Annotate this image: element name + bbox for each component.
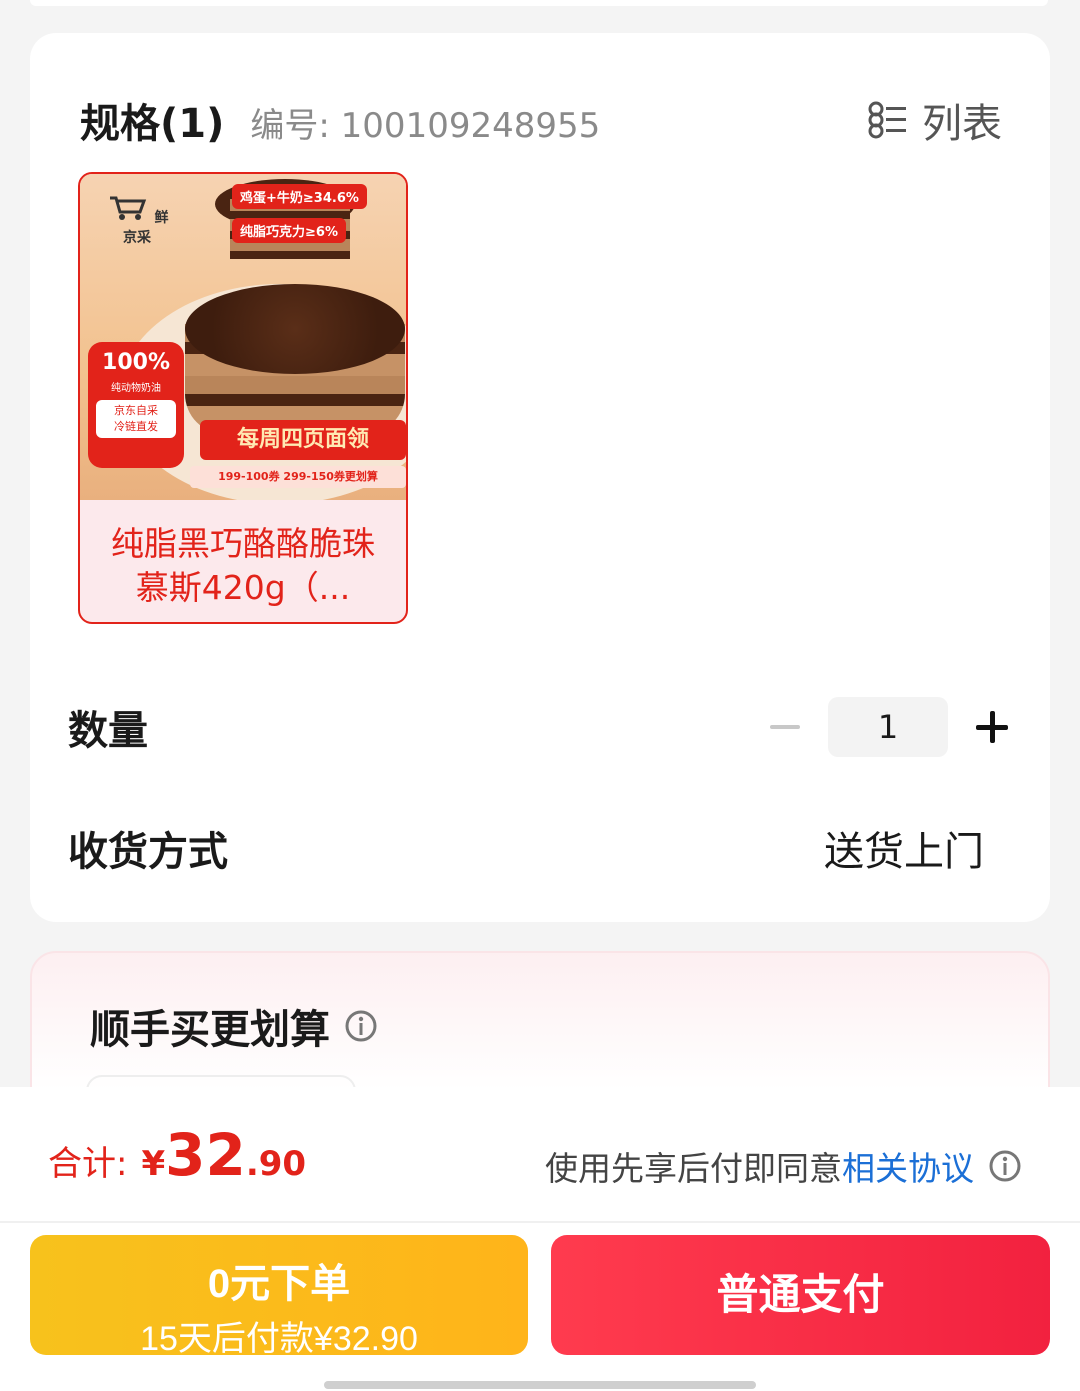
cream-badge-box-line1: 京东自采 bbox=[114, 404, 158, 417]
addon-title: 顺手买更划算 bbox=[90, 997, 378, 1055]
increase-quantity-button[interactable] bbox=[972, 707, 1012, 747]
addon-title-text: 顺手买更划算 bbox=[90, 1007, 330, 1053]
home-indicator[interactable] bbox=[324, 1381, 756, 1389]
info-icon[interactable] bbox=[344, 1009, 378, 1043]
cream-badge-box-line2: 冷链直发 bbox=[114, 420, 158, 433]
cart-logo-icon bbox=[109, 196, 146, 220]
agreement-prefix: 使用先享后付即同意 bbox=[545, 1149, 842, 1188]
spec-card: 规格(1) 编号: 100109248955 列表 鲜京采 鸡蛋+牛奶≥34.6… bbox=[30, 33, 1050, 922]
pay-later-subtitle: 15天后付款¥32.90 bbox=[140, 1320, 418, 1358]
cream-badge-box: 京东自采 冷链直发 bbox=[96, 400, 176, 438]
quantity-label: 数量 bbox=[68, 708, 148, 754]
product-name: 纯脂黑巧酪酪脆珠 慕斯420g（... bbox=[80, 500, 406, 610]
total-amount-decimal: .90 bbox=[245, 1144, 307, 1184]
agreement-info-icon[interactable] bbox=[988, 1149, 1022, 1183]
pay-later-title: 0元下单 bbox=[207, 1262, 351, 1306]
pay-later-button[interactable]: 0元下单 15天后付款¥32.90 bbox=[30, 1235, 528, 1358]
product-name-line2: 慕斯420g（... bbox=[135, 568, 351, 607]
decrease-quantity-button[interactable] bbox=[766, 707, 806, 747]
product-name-line1: 纯脂黑巧酪酪脆珠 bbox=[111, 524, 375, 563]
total-label: 合计: bbox=[48, 1144, 128, 1184]
product-spec-option[interactable]: 鲜京采 鸡蛋+牛奶≥34.6% 纯脂巧克力≥6% 100% 纯动物奶油 京东自采… bbox=[78, 172, 408, 624]
list-view-toggle[interactable]: 列表 bbox=[868, 91, 1002, 149]
total-currency: ¥ bbox=[141, 1144, 166, 1184]
cream-badge: 100% 纯动物奶油 京东自采 冷链直发 bbox=[88, 342, 184, 468]
quantity-input[interactable]: 1 bbox=[828, 697, 948, 757]
spec-header: 规格(1) 编号: 100109248955 bbox=[80, 91, 600, 149]
normal-pay-button[interactable]: 普通支付 bbox=[551, 1235, 1050, 1355]
product-number: 编号: 100109248955 bbox=[250, 106, 601, 146]
brand-logo: 鲜京采 bbox=[102, 192, 172, 250]
cream-badge-percent: 100% bbox=[102, 350, 170, 375]
spec-title: 规格(1) bbox=[80, 101, 225, 147]
agreement-notice: 使用先享后付即同意 相关协议 bbox=[545, 1142, 1022, 1190]
quantity-row: 数量 1 bbox=[68, 697, 1012, 757]
delivery-method-value: 送货上门 bbox=[824, 829, 984, 875]
cake-top bbox=[185, 284, 405, 374]
cream-badge-text: 纯动物奶油 bbox=[111, 383, 161, 394]
footer-divider bbox=[0, 1221, 1080, 1223]
delivery-method-label: 收货方式 bbox=[68, 829, 228, 875]
list-icon bbox=[868, 101, 906, 139]
delivery-method-row[interactable]: 收货方式 送货上门 bbox=[68, 820, 1012, 876]
weekly-promo-banner: 每周四页面领 bbox=[200, 420, 406, 460]
checkout-bar: 合计: ¥ 32 .90 使用先享后付即同意 相关协议 0元下单 15天后付款¥… bbox=[0, 1087, 1080, 1391]
product-image: 鲜京采 鸡蛋+牛奶≥34.6% 纯脂巧克力≥6% 100% 纯动物奶油 京东自采… bbox=[80, 174, 406, 500]
list-view-label: 列表 bbox=[922, 101, 1002, 147]
total-amount-integer: 32 bbox=[165, 1121, 246, 1189]
previous-card-edge bbox=[30, 0, 1048, 6]
quantity-stepper: 1 bbox=[766, 697, 1012, 757]
agreement-link[interactable]: 相关协议 bbox=[842, 1142, 974, 1190]
order-total: 合计: ¥ 32 .90 bbox=[48, 1121, 306, 1189]
image-tag-egg-milk: 鸡蛋+牛奶≥34.6% bbox=[232, 184, 367, 209]
coupon-strip: 199-100券 299-150券更划算 bbox=[190, 466, 406, 488]
image-tag-chocolate: 纯脂巧克力≥6% bbox=[232, 218, 346, 243]
